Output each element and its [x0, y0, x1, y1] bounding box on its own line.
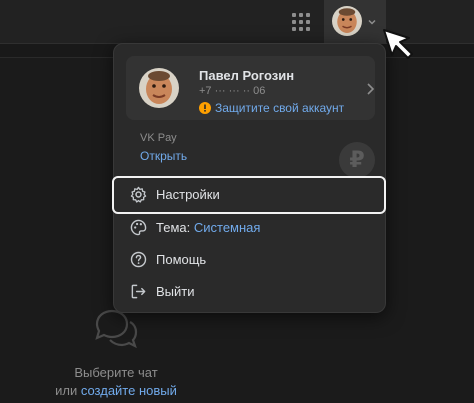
logout-icon — [131, 284, 146, 299]
chevron-right-icon — [367, 83, 375, 95]
profile-menu-button[interactable] — [324, 0, 386, 44]
create-chat-link[interactable]: создайте новый — [81, 383, 177, 398]
empty-state-prefix: или — [55, 383, 78, 398]
chevron-down-icon — [368, 19, 376, 25]
menu-theme-label: Тема: Системная — [156, 220, 260, 235]
question-icon — [130, 251, 147, 268]
cursor-arrow-icon — [383, 29, 413, 59]
menu-item-help[interactable]: Помощь — [114, 243, 385, 277]
menu-help-label: Помощь — [156, 252, 207, 267]
protect-account-link[interactable]: Защитите свой аккаунт — [215, 101, 344, 115]
vk-pay-title: VK Pay — [140, 132, 177, 144]
chat-bubbles-icon — [95, 309, 138, 348]
warning-icon — [199, 102, 211, 114]
menu-item-logout[interactable]: Выйти — [114, 275, 385, 309]
theme-label: Тема: — [156, 220, 191, 235]
empty-state-title: Выберите чат — [74, 365, 158, 380]
menu-logout-label: Выйти — [156, 284, 195, 299]
profile-name: Павел Рогозин — [199, 68, 295, 83]
profile-phone: +7 ··· ··· ·· 06 — [199, 85, 266, 97]
empty-state-subtitle: или создайте новый — [0, 383, 232, 398]
ruble-icon: ₽ — [339, 142, 375, 178]
vk-pay-section: VK Pay Открыть ₽ — [126, 126, 375, 178]
palette-icon — [130, 219, 147, 236]
menu-item-theme[interactable]: Тема: Системная — [114, 211, 385, 245]
vk-pay-open-link[interactable]: Открыть — [140, 149, 187, 163]
grid-icon[interactable] — [292, 13, 310, 31]
avatar — [139, 68, 179, 108]
settings-highlight-frame — [112, 176, 386, 214]
avatar — [332, 6, 362, 36]
theme-value: Системная — [193, 220, 261, 235]
profile-card[interactable]: Павел Рогозин +7 ··· ··· ·· 06 Защитите … — [126, 56, 375, 120]
